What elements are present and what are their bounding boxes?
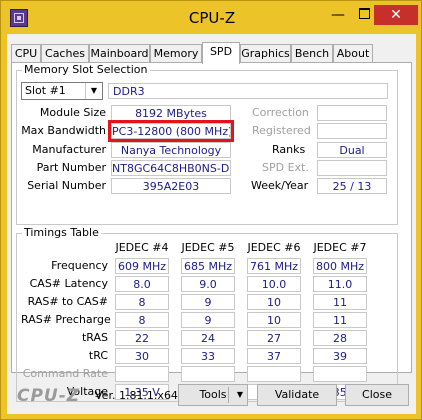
timing-row-label: RAS# to CAS#: [27, 295, 108, 308]
ranks-label: Ranks: [272, 143, 306, 156]
timing-column-header: JEDEC #7: [313, 241, 367, 254]
timing-cell: 11: [313, 294, 367, 310]
timing-cell: 9.0: [181, 276, 235, 292]
correction-label: Correction: [252, 106, 309, 119]
timing-row-label: Frequency: [51, 259, 108, 272]
tools-button[interactable]: Tools ▼: [178, 384, 248, 406]
week-year-value: 25 / 13: [317, 178, 387, 194]
timing-row-label: RAS# Precharge: [21, 313, 111, 326]
tab-cpu[interactable]: CPU: [11, 44, 41, 62]
timing-cell: 9: [181, 294, 235, 310]
timing-cell: 27: [247, 330, 301, 346]
timing-cell: 11.0: [313, 276, 367, 292]
max-bandwidth-label: Max Bandwidth: [21, 124, 106, 137]
registered-label: Registered: [252, 124, 311, 137]
tab-spd[interactable]: SPD: [202, 42, 240, 64]
timing-cell: 10: [247, 312, 301, 328]
timing-row-label: CAS# Latency: [29, 277, 108, 290]
memory-slot-group: Memory Slot Selection Slot #1 ▼ DDR3 Mod…: [16, 63, 398, 225]
spd-panel: Memory Slot Selection Slot #1 ▼ DDR3 Mod…: [11, 62, 412, 402]
ranks-value: Dual: [317, 142, 387, 158]
tab-memory[interactable]: Memory: [150, 44, 202, 62]
manufacturer-label: Manufacturer: [32, 143, 106, 156]
timing-column-header: JEDEC #5: [181, 241, 235, 254]
timings-group-label: Timings Table: [22, 226, 101, 239]
cpuz-logo-text: CPU-Z: [17, 386, 81, 406]
minimize-button[interactable]: —: [325, 5, 351, 25]
timing-cell: 761 MHz: [247, 258, 301, 274]
cpuz-window: CPU-Z — ✕ CPU Caches Mainboard Memory SP…: [0, 0, 422, 420]
tab-strip: CPU Caches Mainboard Memory SPD Graphics…: [7, 42, 416, 64]
tools-dropdown-icon[interactable]: ▼: [237, 385, 243, 405]
timing-row-label: tRAS: [81, 331, 108, 344]
module-size-label: Module Size: [39, 106, 106, 119]
timing-cell: 685 MHz: [181, 258, 235, 274]
timing-cell: 8: [115, 294, 169, 310]
spd-ext-label: SPD Ext.: [262, 161, 309, 174]
manufacturer-value: Nanya Technology: [111, 142, 231, 158]
version-label: Ver. 1.81.1.x64: [95, 389, 178, 402]
timing-column-header: JEDEC #4: [115, 241, 169, 254]
timing-cell: 609 MHz: [115, 258, 169, 274]
timing-cell: 33: [181, 348, 235, 364]
tab-caches[interactable]: Caches: [41, 44, 89, 62]
validate-button[interactable]: Validate: [257, 384, 337, 406]
close-button[interactable]: Close: [345, 384, 409, 406]
module-size-value: 8192 MBytes: [111, 105, 231, 121]
timing-cell: 39: [313, 348, 367, 364]
timing-cell: 30: [115, 348, 169, 364]
title-bar[interactable]: CPU-Z — ✕: [1, 1, 422, 34]
max-bandwidth-value: PC3-12800 (800 MHz): [111, 123, 231, 139]
correction-value: [317, 105, 387, 121]
tab-mainboard[interactable]: Mainboard: [89, 44, 150, 62]
timing-cell: 10: [247, 294, 301, 310]
week-year-label: Week/Year: [251, 179, 309, 192]
timing-cell: 28: [313, 330, 367, 346]
timing-cell: 37: [247, 348, 301, 364]
chevron-down-icon: ▼: [85, 83, 102, 99]
memory-slot-group-label: Memory Slot Selection: [22, 63, 150, 76]
part-number-label: Part Number: [36, 161, 106, 174]
timing-cell: 8: [115, 312, 169, 328]
tools-separator: [228, 387, 229, 403]
timing-cell: 8.0: [115, 276, 169, 292]
timing-cell: 800 MHz: [313, 258, 367, 274]
tab-graphics[interactable]: Graphics: [240, 44, 291, 62]
timing-column-header: JEDEC #6: [247, 241, 301, 254]
part-number-value: NT8GC64C8HB0NS-DI: [111, 160, 231, 176]
timing-cell: 10.0: [247, 276, 301, 292]
registered-value: [317, 123, 387, 139]
footer-bar: CPU-Z Ver. 1.81.1.x64 Tools ▼ Validate C…: [7, 376, 416, 414]
slot-select-value: Slot #1: [25, 84, 66, 97]
close-window-button[interactable]: ✕: [374, 5, 418, 25]
serial-number-value: 395A2E03: [111, 178, 231, 194]
timing-cell: 24: [181, 330, 235, 346]
serial-number-label: Serial Number: [27, 179, 106, 192]
client-area: CPU Caches Mainboard Memory SPD Graphics…: [7, 34, 416, 414]
slot-select[interactable]: Slot #1 ▼: [21, 82, 103, 100]
timing-cell: 22: [115, 330, 169, 346]
tools-button-label: Tools: [199, 388, 227, 401]
timing-row-label: tRC: [88, 349, 108, 362]
spd-ext-value: [317, 160, 387, 176]
timing-cell: 9: [181, 312, 235, 328]
maximize-icon: [358, 8, 370, 19]
memory-type-value: DDR3: [108, 83, 388, 99]
timing-cell: 11: [313, 312, 367, 328]
tab-about[interactable]: About: [333, 44, 373, 62]
tab-bench[interactable]: Bench: [291, 44, 333, 62]
